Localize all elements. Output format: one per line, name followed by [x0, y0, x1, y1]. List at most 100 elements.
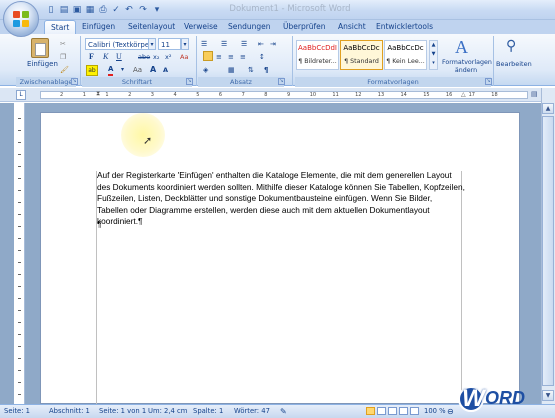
style-gallery-item[interactable]: AaBbCcDdI ¶ Bildreter...	[296, 40, 339, 70]
document-paragraph[interactable]: Auf der Registerkarte 'Einfügen' enthalt…	[97, 170, 465, 228]
outline-view-icon[interactable]	[399, 407, 408, 415]
tab-verweise[interactable]: Verweise	[184, 20, 218, 34]
bold-button[interactable]: F	[89, 51, 94, 63]
new-document-icon[interactable]: ▯	[45, 4, 57, 16]
superscript-button[interactable]: x²	[165, 51, 171, 63]
proofing-icon[interactable]: ✎	[280, 407, 287, 416]
scroll-up-icon[interactable]: ▲	[542, 103, 554, 114]
highlight-color-icon[interactable]: ab	[86, 65, 98, 76]
tab-start[interactable]: Start	[44, 20, 76, 34]
format-painter-icon[interactable]: 🖌	[60, 64, 69, 76]
font-family-select[interactable]: Calibri (Textkörper)	[85, 38, 155, 50]
zoom-out-icon[interactable]: ⊖	[447, 407, 454, 416]
tab-entwicklertools[interactable]: Entwicklertools	[376, 20, 433, 34]
numbering-icon[interactable]: ☰	[221, 38, 227, 50]
status-position[interactable]: Um: 2,4 cm	[148, 407, 187, 415]
status-page-of[interactable]: Seite: 1 von 1	[99, 407, 146, 415]
tab-ansicht[interactable]: Ansicht	[338, 20, 366, 34]
font-launcher-icon[interactable]: ↘	[186, 78, 193, 85]
ruler-number: 5	[196, 92, 200, 98]
spelling-icon[interactable]: ✓	[110, 4, 122, 16]
save-icon[interactable]: ▣	[71, 4, 83, 16]
shrink-font-button[interactable]: A	[163, 64, 168, 76]
line-spacing-icon[interactable]: ↕	[259, 51, 265, 63]
underline-button[interactable]: U	[116, 51, 122, 63]
web-layout-view-icon[interactable]	[388, 407, 397, 415]
group-separator	[196, 36, 197, 86]
strikethrough-button[interactable]: abe	[138, 51, 150, 63]
find-icon[interactable]: ⚲	[506, 38, 516, 54]
change-case-icon[interactable]: Aa	[133, 64, 142, 76]
tab-einfuegen[interactable]: Einfügen	[82, 20, 115, 34]
ruler-number: 2	[60, 92, 64, 98]
print-layout-view-icon[interactable]	[366, 407, 375, 415]
multilevel-list-icon[interactable]: ☰	[241, 38, 247, 50]
tab-selector-icon[interactable]: L	[16, 90, 26, 100]
full-screen-view-icon[interactable]	[377, 407, 386, 415]
styles-launcher-icon[interactable]: ↘	[485, 78, 492, 85]
font-color-dropdown-icon[interactable]: ▾	[121, 64, 124, 76]
status-column[interactable]: Spalte: 1	[193, 407, 223, 415]
font-size-select[interactable]: 11	[158, 38, 181, 50]
ruler-number: 3	[150, 92, 154, 98]
mouse-pointer-icon: ➚	[143, 134, 153, 147]
zoom-level[interactable]: 100 %	[424, 407, 446, 415]
style-gallery-item[interactable]: AaBbCcDc ¶ Kein Lee...	[384, 40, 427, 70]
status-page[interactable]: Seite: 1	[4, 407, 30, 415]
ruler-number: 18	[491, 92, 498, 98]
redo-icon[interactable]: ↷	[137, 4, 149, 16]
clipboard-launcher-icon[interactable]: ↘	[71, 78, 78, 85]
font-color-button[interactable]: A	[108, 64, 114, 76]
ruler-tick	[18, 334, 21, 335]
ruler-tick	[18, 262, 21, 263]
ruler-tick	[18, 274, 21, 275]
ruler-tick	[18, 370, 21, 371]
editing-button[interactable]: Bearbeiten	[496, 58, 532, 70]
increase-indent-icon[interactable]: ⇥	[270, 38, 276, 50]
italic-button[interactable]: K	[103, 51, 108, 63]
print-preview-icon[interactable]: ▦	[84, 4, 96, 16]
tab-seitenlayout[interactable]: Seitenlayout	[128, 20, 175, 34]
cut-icon[interactable]: ✂	[60, 38, 66, 50]
font-family-dropdown-icon[interactable]: ▾	[148, 38, 156, 50]
shading-icon[interactable]: ◈	[203, 64, 208, 76]
status-words[interactable]: Wörter: 47	[234, 407, 270, 415]
change-styles-icon[interactable]: A	[455, 37, 468, 58]
paste-button[interactable]: Einfügen	[27, 58, 58, 70]
clear-formatting-button[interactable]: Aa	[180, 51, 188, 63]
open-icon[interactable]: ▤	[58, 4, 70, 16]
draft-view-icon[interactable]	[410, 407, 419, 415]
sort-icon[interactable]: ⇅	[248, 64, 254, 76]
style-gallery-scroll-icon[interactable]: ▲ ▼ ▾	[429, 40, 438, 70]
grow-font-button[interactable]: A	[150, 64, 156, 76]
bullets-icon[interactable]: ☰	[201, 38, 207, 50]
print-icon[interactable]: ⎙	[97, 4, 109, 16]
decrease-indent-icon[interactable]: ⇤	[258, 38, 264, 50]
show-marks-button[interactable]: ¶	[264, 64, 268, 76]
empty-paragraph-mark[interactable]: ¶	[97, 219, 101, 229]
ruler-tick	[18, 322, 21, 323]
paste-icon[interactable]	[31, 38, 49, 58]
scroll-down-icon[interactable]: ▼	[542, 390, 554, 401]
justify-icon[interactable]: ≡	[240, 51, 246, 63]
scroll-thumb[interactable]	[542, 116, 554, 386]
view-ruler-icon[interactable]: ▤	[531, 90, 541, 100]
ruler-number: 11	[332, 92, 339, 98]
copy-icon[interactable]: ❐	[60, 51, 66, 63]
status-section[interactable]: Abschnitt: 1	[49, 407, 90, 415]
office-button[interactable]	[3, 1, 39, 37]
change-styles-button[interactable]: Formatvorlagen ändern	[442, 59, 492, 75]
style-gallery-item[interactable]: AaBbCcDc ¶ Standard	[340, 40, 383, 70]
align-right-icon[interactable]: ≡	[228, 51, 234, 63]
undo-icon[interactable]: ↶	[123, 4, 135, 16]
font-size-dropdown-icon[interactable]: ▾	[181, 38, 189, 50]
customize-qat-icon[interactable]: ▾	[151, 4, 163, 16]
tab-ueberpruefen[interactable]: Überprüfen	[283, 20, 326, 34]
paragraph-launcher-icon[interactable]: ↘	[278, 78, 285, 85]
align-left-icon[interactable]	[203, 51, 213, 61]
logo-text: ORD	[485, 388, 525, 408]
tab-sendungen[interactable]: Sendungen	[228, 20, 271, 34]
borders-icon[interactable]: ▦	[228, 64, 235, 76]
align-center-icon[interactable]: ≡	[216, 51, 222, 63]
subscript-button[interactable]: x₂	[153, 51, 159, 63]
